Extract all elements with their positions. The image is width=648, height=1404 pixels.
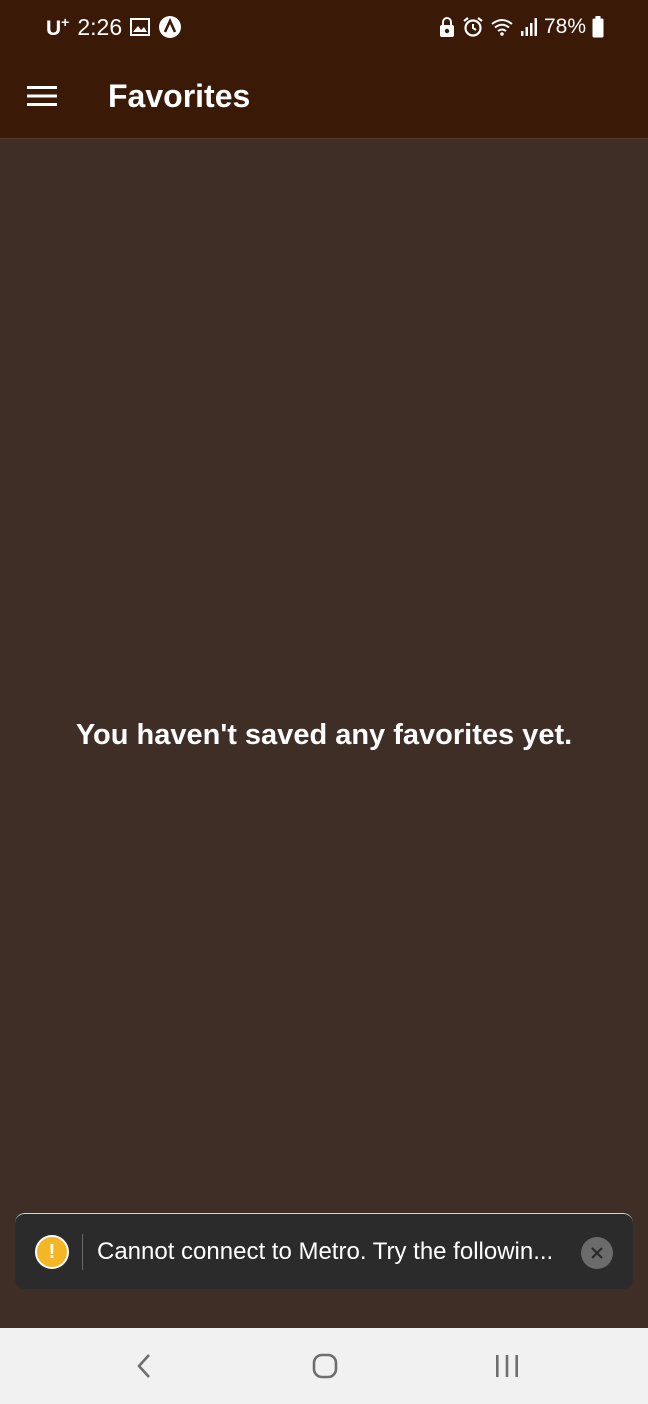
carrier-name: U — [46, 16, 62, 40]
system-nav-bar — [0, 1328, 648, 1404]
close-icon[interactable] — [581, 1237, 613, 1269]
toast-message: Cannot connect to Metro. Try the followi… — [97, 1238, 554, 1265]
alarm-icon — [462, 16, 484, 38]
carrier-label: U+ — [46, 14, 69, 41]
metro-error-toast[interactable]: ! Cannot connect to Metro. Try the follo… — [15, 1213, 633, 1289]
status-bar: U+ 2:26 78% — [0, 0, 648, 54]
hamburger-menu-icon[interactable] — [22, 76, 62, 116]
gallery-icon — [130, 18, 151, 36]
recent-apps-icon[interactable] — [485, 1346, 529, 1386]
page-title: Favorites — [108, 78, 251, 114]
battery-percent: 78% — [543, 15, 586, 38]
toast-divider — [82, 1234, 83, 1270]
signal-icon — [520, 17, 538, 37]
home-icon[interactable] — [303, 1346, 347, 1386]
status-left: U+ 2:26 — [46, 12, 182, 42]
app-bar: Favorites — [0, 54, 648, 139]
wifi-icon — [490, 17, 514, 37]
carrier-plus: + — [61, 13, 70, 30]
back-icon[interactable] — [122, 1346, 166, 1386]
empty-state-message: You haven't saved any favorites yet. — [75, 719, 573, 751]
warning-icon: ! — [35, 1235, 69, 1269]
status-time: 2:26 — [77, 13, 123, 40]
favorites-content: You haven't saved any favorites yet. — [0, 139, 648, 1328]
status-right: 78% — [438, 12, 604, 42]
app-notification-icon — [158, 15, 182, 39]
battery-icon — [592, 16, 604, 38]
lock-icon — [438, 16, 456, 38]
